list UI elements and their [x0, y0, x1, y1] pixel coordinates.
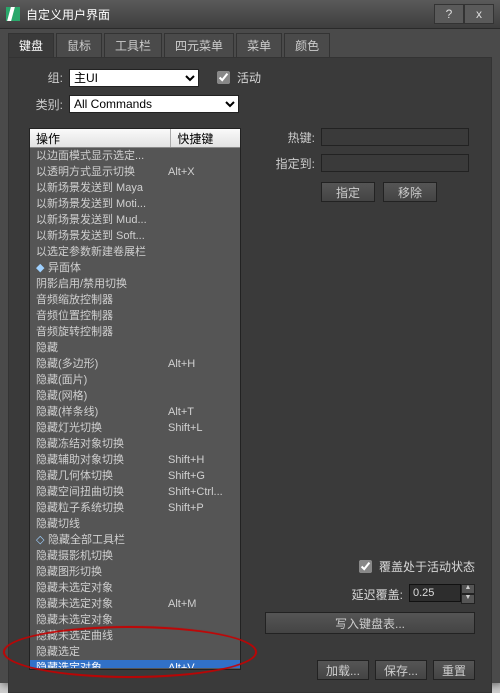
- list-item[interactable]: 隐藏未选定对象Alt+M: [30, 596, 240, 612]
- overlay-active-label: 覆盖处于活动状态: [379, 558, 475, 575]
- assigned-label: 指定到:: [259, 155, 315, 172]
- col-action[interactable]: 操作: [30, 129, 171, 147]
- tab-color[interactable]: 颜色: [284, 33, 330, 57]
- list-item[interactable]: 隐藏空间扭曲切换Shift+Ctrl...: [30, 484, 240, 500]
- item-icon: ◇: [36, 532, 46, 548]
- item-icon: ◆: [36, 260, 46, 276]
- footer-buttons: 加载... 保存... 重置: [259, 660, 475, 680]
- window-title: 自定义用户界面: [26, 6, 434, 23]
- list-item[interactable]: 以新场景发送到 Soft...: [30, 228, 240, 244]
- spinner-down-icon[interactable]: ▼: [461, 594, 475, 604]
- tab-menu[interactable]: 菜单: [236, 33, 282, 57]
- list-item[interactable]: 隐藏选定: [30, 644, 240, 660]
- overlay-active-input[interactable]: [359, 560, 372, 573]
- list-item[interactable]: 音频缩放控制器: [30, 292, 240, 308]
- delay-label: 延迟覆盖:: [352, 586, 403, 603]
- tab-mouse[interactable]: 鼠标: [56, 33, 102, 57]
- list-item[interactable]: 阴影启用/禁用切换: [30, 276, 240, 292]
- assign-panel: 热键: 指定到: 指定 移除: [259, 128, 469, 202]
- titlebar[interactable]: 自定义用户界面 ? x: [0, 0, 500, 29]
- close-button[interactable]: x: [464, 4, 494, 24]
- list-item[interactable]: 隐藏图形切换: [30, 564, 240, 580]
- remove-button[interactable]: 移除: [383, 182, 437, 202]
- write-keyboard-button[interactable]: 写入键盘表...: [265, 612, 475, 634]
- spinner-up-icon[interactable]: ▲: [461, 584, 475, 594]
- list-item[interactable]: 以边面模式显示选定...: [30, 148, 240, 164]
- tabs: 键盘 鼠标 工具栏 四元菜单 菜单 颜色: [0, 29, 500, 57]
- list-item[interactable]: 隐藏未选定对象: [30, 612, 240, 628]
- category-select[interactable]: All Commands: [69, 95, 239, 113]
- list-item[interactable]: 隐藏未选定曲线: [30, 628, 240, 644]
- list-item[interactable]: ◇隐藏全部工具栏: [30, 532, 240, 548]
- active-checkbox-input[interactable]: [217, 71, 230, 84]
- list-item[interactable]: 隐藏(网格): [30, 388, 240, 404]
- list-item[interactable]: 以新场景发送到 Moti...: [30, 196, 240, 212]
- save-button[interactable]: 保存...: [375, 660, 427, 680]
- delay-value[interactable]: 0.25: [409, 584, 461, 602]
- action-list[interactable]: 操作 快捷键 以边面模式显示选定...以透明方式显示切换Alt+X以新场景发送到…: [29, 128, 241, 670]
- keyboard-panel: 组: 主UI 活动 类别: All Commands 操作 快捷键 以边面模式显…: [8, 57, 492, 693]
- tab-keyboard[interactable]: 键盘: [8, 33, 54, 57]
- hotkey-input[interactable]: [321, 128, 469, 146]
- assign-button[interactable]: 指定: [321, 182, 375, 202]
- list-item[interactable]: 以选定参数新建卷展栏: [30, 244, 240, 260]
- list-item[interactable]: 以新场景发送到 Maya: [30, 180, 240, 196]
- list-header: 操作 快捷键: [30, 129, 240, 148]
- category-label: 类别:: [19, 96, 63, 113]
- list-item[interactable]: 隐藏粒子系统切换Shift+P: [30, 500, 240, 516]
- group-select[interactable]: 主UI: [69, 69, 199, 87]
- reset-button[interactable]: 重置: [433, 660, 475, 680]
- overlay-active-checkbox[interactable]: 覆盖处于活动状态: [355, 557, 475, 576]
- customize-ui-window: 自定义用户界面 ? x 键盘 鼠标 工具栏 四元菜单 菜单 颜色 组: 主UI …: [0, 0, 500, 683]
- list-item[interactable]: 隐藏未选定对象: [30, 580, 240, 596]
- active-checkbox-label: 活动: [237, 69, 261, 86]
- assigned-input[interactable]: [321, 154, 469, 172]
- list-item[interactable]: 音频位置控制器: [30, 308, 240, 324]
- list-item[interactable]: 隐藏(样条线)Alt+T: [30, 404, 240, 420]
- list-item[interactable]: 隐藏灯光切换Shift+L: [30, 420, 240, 436]
- list-item[interactable]: ◆异面体: [30, 260, 240, 276]
- load-button[interactable]: 加载...: [317, 660, 369, 680]
- list-item[interactable]: 以新场景发送到 Mud...: [30, 212, 240, 228]
- list-item[interactable]: 隐藏冻结对象切换: [30, 436, 240, 452]
- list-item[interactable]: 隐藏(多边形)Alt+H: [30, 356, 240, 372]
- list-item[interactable]: 隐藏切线: [30, 516, 240, 532]
- list-item[interactable]: 隐藏: [30, 340, 240, 356]
- list-item[interactable]: 以透明方式显示切换Alt+X: [30, 164, 240, 180]
- app-icon: [6, 7, 20, 21]
- col-shortcut[interactable]: 快捷键: [171, 129, 240, 147]
- overlay-panel: 覆盖处于活动状态 延迟覆盖: 0.25 ▲ ▼ 写入键盘表...: [259, 557, 475, 642]
- tab-quadmenu[interactable]: 四元菜单: [164, 33, 234, 57]
- hotkey-label: 热键:: [259, 129, 315, 146]
- list-item[interactable]: 隐藏辅助对象切换Shift+H: [30, 452, 240, 468]
- tab-toolbar[interactable]: 工具栏: [104, 33, 162, 57]
- active-checkbox[interactable]: 活动: [213, 68, 261, 87]
- list-item[interactable]: 音频旋转控制器: [30, 324, 240, 340]
- group-label: 组:: [19, 69, 63, 86]
- list-item[interactable]: 隐藏摄影机切换: [30, 548, 240, 564]
- list-item[interactable]: 隐藏选定对象Alt+V: [30, 660, 240, 668]
- delay-spinner[interactable]: 0.25 ▲ ▼: [409, 584, 475, 604]
- list-item[interactable]: 隐藏几何体切换Shift+G: [30, 468, 240, 484]
- list-item[interactable]: 隐藏(面片): [30, 372, 240, 388]
- help-button[interactable]: ?: [434, 4, 464, 24]
